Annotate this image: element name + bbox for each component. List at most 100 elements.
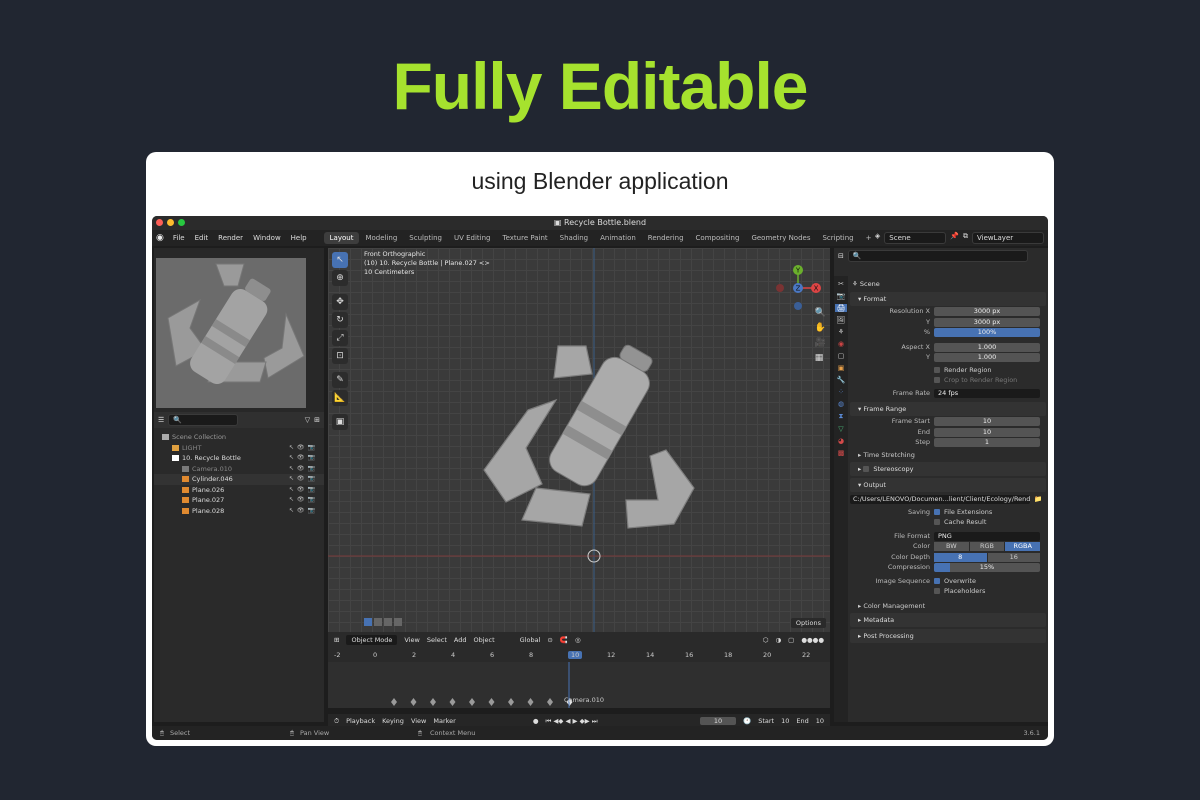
keyframe[interactable]	[488, 698, 495, 706]
tab-modeling[interactable]: Modeling	[359, 232, 403, 244]
metadata-panel-header[interactable]: ▸ Metadata	[850, 613, 1046, 627]
menu-add[interactable]: Add	[454, 636, 467, 644]
object-mode-dropdown[interactable]: Object Mode	[346, 635, 398, 645]
scale-tool[interactable]: ⤢	[332, 330, 348, 346]
outliner-search[interactable]: 🔍	[168, 414, 239, 426]
new-collection-icon[interactable]: ⊞	[314, 416, 320, 424]
texture-tab-icon[interactable]: ▩	[838, 449, 845, 457]
move-tool[interactable]: ✥	[332, 294, 348, 310]
outliner-row[interactable]: 10. Recycle Bottle ↖👁📷	[154, 453, 324, 464]
menu-file[interactable]: File	[168, 234, 190, 242]
modifier-tab-icon[interactable]: 🔧	[837, 376, 846, 384]
menu-view[interactable]: View	[404, 636, 419, 644]
compression-slider[interactable]: 15%	[934, 563, 1040, 572]
scene-field[interactable]: Scene	[884, 232, 947, 244]
aspect-x-field[interactable]: 1.000	[934, 342, 1040, 352]
add-cube-tool[interactable]: ▣	[332, 414, 348, 430]
maximize-icon[interactable]	[178, 219, 185, 226]
timeline-ruler[interactable]: -2 0 2 4 6 8 10 12 14 16 18 20 22	[328, 648, 830, 662]
render-region-checkbox[interactable]	[934, 366, 940, 373]
viewport-mode-icons[interactable]	[364, 618, 402, 626]
tab-geometry-nodes[interactable]: Geometry Nodes	[745, 232, 816, 244]
output-tab-icon[interactable]: 🖨	[834, 304, 848, 312]
file-extensions-checkbox[interactable]	[934, 508, 940, 515]
menu-view-timeline[interactable]: View	[411, 717, 426, 725]
pivot-icon[interactable]: ⊙	[547, 636, 552, 644]
color-rgb-option[interactable]: RGB	[969, 542, 1005, 551]
timeline[interactable]: -2 0 2 4 6 8 10 12 14 16 18 20 22 Camera.010	[328, 648, 830, 708]
file-format-dropdown[interactable]: PNG	[934, 531, 1040, 541]
view-layer-tab-icon[interactable]: 🖼	[837, 316, 846, 324]
editor-type-icon[interactable]: ⊞	[334, 636, 339, 644]
outliner-row[interactable]: Plane.027 ↖👁📷	[154, 495, 324, 506]
placeholders-checkbox[interactable]	[934, 588, 940, 594]
cache-result-checkbox[interactable]	[934, 519, 940, 525]
tab-layout[interactable]: Layout	[323, 232, 360, 244]
constraints-tab-icon[interactable]: ⧗	[839, 412, 844, 421]
depth-8-option[interactable]: 8	[934, 552, 987, 562]
timeline-editor-icon[interactable]: ⏱	[334, 717, 339, 726]
visibility-icons[interactable]: ↖👁📷	[289, 506, 318, 517]
outliner-row[interactable]: Camera.010 ↖👁📷	[154, 464, 324, 475]
visibility-icons[interactable]: ↖👁📷	[289, 443, 318, 454]
tab-scripting[interactable]: Scripting	[816, 232, 859, 244]
keyframe[interactable]	[508, 698, 514, 706]
resolution-percent-field[interactable]: 100%	[934, 328, 1040, 337]
color-bw-option[interactable]: BW	[934, 542, 969, 551]
recycle-bottle-model[interactable]	[478, 338, 708, 548]
physics-tab-icon[interactable]: ◍	[838, 400, 844, 408]
select-box-tool[interactable]: ↖	[332, 252, 348, 268]
visibility-icons[interactable]: ↖👁📷	[289, 474, 318, 485]
overlay-icon[interactable]: ◑	[775, 636, 781, 644]
aspect-y-field[interactable]: 1.000	[934, 353, 1040, 362]
stereoscopy-checkbox[interactable]	[863, 466, 870, 472]
outliner-row[interactable]: Plane.026 ↖👁📷	[154, 485, 324, 496]
outliner-row[interactable]: Cylinder.046 ↖👁📷	[154, 474, 324, 485]
visibility-icons[interactable]: ↖👁📷	[289, 453, 318, 464]
properties-search[interactable]: 🔍	[847, 250, 1028, 262]
annotate-tool[interactable]: ✎	[332, 372, 348, 388]
scene-icon[interactable]: ◈	[875, 232, 880, 244]
frame-end-field[interactable]: 10	[934, 427, 1040, 437]
shading-modes-icon[interactable]: ●●●●	[801, 636, 824, 644]
menu-keying[interactable]: Keying	[382, 717, 404, 725]
pin-icon[interactable]: 📌	[950, 232, 959, 244]
viewlayer-field[interactable]: ViewLayer	[972, 232, 1044, 244]
resolution-x-field[interactable]: 3000 px	[934, 307, 1040, 316]
menu-marker[interactable]: Marker	[433, 717, 455, 725]
depth-16-option[interactable]: 16	[987, 552, 1040, 562]
output-panel-header[interactable]: ▾ Output	[850, 478, 1046, 492]
color-management-subpanel[interactable]: ▸ Color Management	[850, 601, 1046, 612]
color-rgba-option[interactable]: RGBA	[1005, 542, 1041, 551]
scene-tab-icon[interactable]: ⚘	[838, 328, 844, 336]
snap-icon[interactable]: 🧲	[560, 636, 568, 644]
tab-uv-editing[interactable]: UV Editing	[448, 232, 497, 244]
layers-icon[interactable]: ⧉	[963, 232, 968, 244]
frame-step-field[interactable]: 1	[934, 438, 1040, 447]
tool-tab-icon[interactable]: ✂	[838, 280, 844, 288]
menu-help[interactable]: Help	[286, 234, 312, 242]
close-icon[interactable]	[156, 219, 163, 226]
current-frame-field[interactable]: 10	[699, 717, 737, 725]
transport-controls[interactable]: ⏮ ◀◆ ◀ ▶ ◆▶ ⏭	[546, 717, 598, 726]
proportional-icon[interactable]: ◎	[575, 636, 581, 644]
frame-range-panel-header[interactable]: ▾ Frame Range	[850, 402, 1046, 416]
tab-compositing[interactable]: Compositing	[690, 232, 746, 244]
frame-rate-dropdown[interactable]: 24 fps	[934, 388, 1040, 398]
options-button[interactable]: Options	[790, 618, 826, 628]
tab-animation[interactable]: Animation	[594, 232, 642, 244]
keyframe[interactable]	[547, 698, 553, 706]
minimize-icon[interactable]	[167, 219, 174, 226]
keyframe[interactable]	[430, 698, 436, 706]
outliner-row[interactable]: LIGHT ↖👁📷	[154, 443, 324, 454]
menu-edit[interactable]: Edit	[190, 234, 214, 242]
properties-editor-icon[interactable]: ⊟	[838, 252, 844, 260]
navigation-gizmo[interactable]: Y X Z	[774, 264, 822, 312]
outliner-display-icon[interactable]: ☰	[158, 416, 164, 424]
clock-icon[interactable]: 🕐	[743, 717, 751, 725]
time-stretching-subpanel[interactable]: ▸ Time Stretching	[850, 450, 1046, 461]
frame-start-field[interactable]: 10	[934, 417, 1040, 426]
record-icon[interactable]: ●	[533, 717, 539, 725]
zoom-icon[interactable]: 🔍	[815, 308, 826, 318]
xray-icon[interactable]: ▢	[788, 636, 794, 644]
